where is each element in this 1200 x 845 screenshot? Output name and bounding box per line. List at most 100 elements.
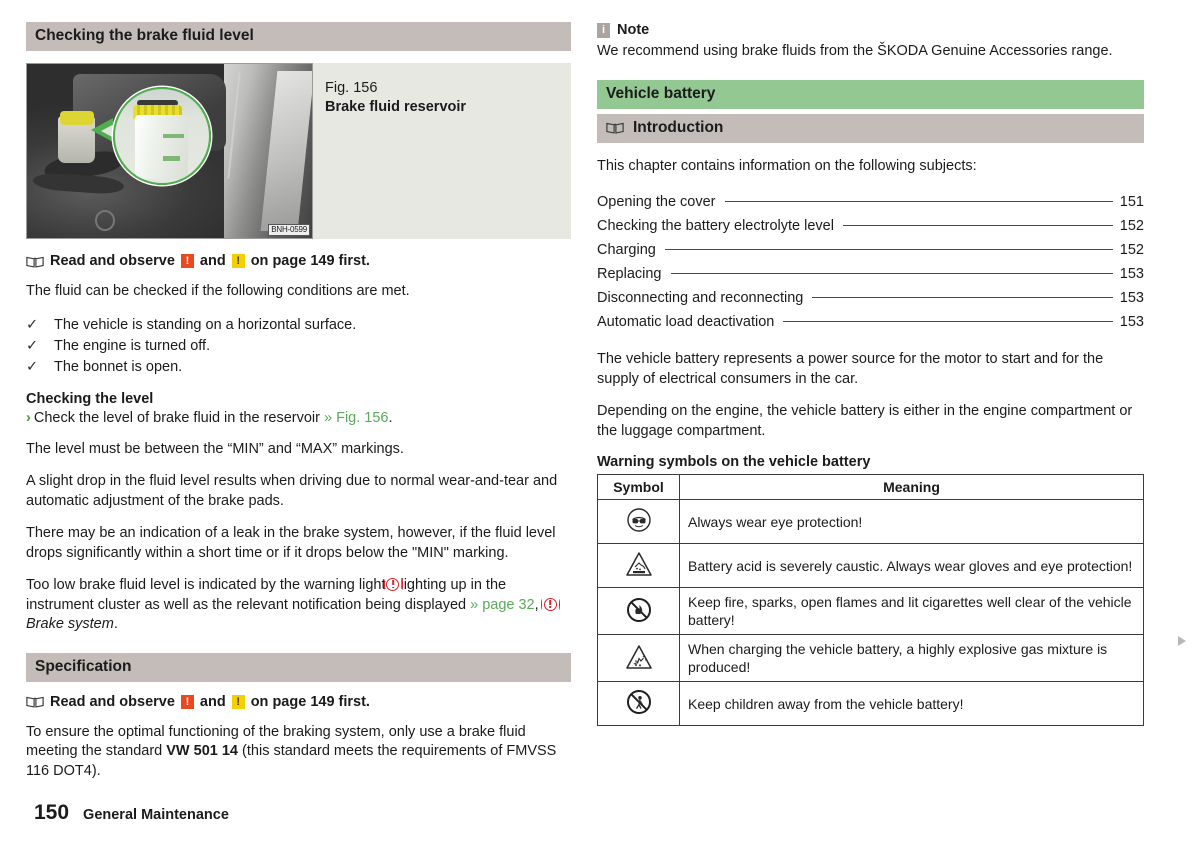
brake-system-warning-light-icon-ref [541, 597, 561, 611]
toc-label: Opening the cover [597, 194, 716, 210]
slight-drop-paragraph: A slight drop in the fluid level results… [26, 473, 558, 509]
caution-warning-icon: ! [231, 694, 245, 709]
warning-symbols-table: Symbol Meaning Always wear eye protectio… [597, 474, 1144, 726]
read-observe-text-and: and [199, 253, 226, 269]
read-and-observe-line-2: Read and observe ! and ! on page 149 fir… [26, 694, 571, 710]
no-children-icon [624, 688, 654, 716]
introduction-label: Introduction [633, 118, 724, 136]
symbol-cell [597, 634, 680, 682]
conditions-intro: The fluid can be checked if the followin… [26, 283, 410, 299]
reservoir-body [135, 114, 188, 179]
meaning-cell: Keep children away from the vehicle batt… [679, 681, 1144, 726]
condition-label: The bonnet is open. [54, 358, 183, 375]
condition-item: ✓ The engine is turned off. [26, 336, 571, 357]
toc-entry[interactable]: Charging 152 [597, 238, 1144, 262]
footer-chapter-title: General Maintenance [83, 807, 229, 823]
brake-system-reference-label: Brake system [26, 616, 114, 632]
min-marking [163, 156, 181, 161]
symbol-cell [597, 587, 680, 635]
magnified-reservoir-callout [112, 86, 211, 185]
left-column: Checking the brake fluid level BNH-0599 … [26, 22, 571, 794]
page-edge-marker-triangle-icon [1178, 636, 1186, 646]
page-cross-reference[interactable]: » page 32 [470, 597, 535, 613]
conditions-list: ✓ The vehicle is standing on a horizonta… [26, 315, 571, 378]
engine-bay-photo: BNH-0599 [26, 63, 313, 239]
min-max-paragraph: The level must be between the “MIN” and … [26, 440, 404, 457]
danger-warning-icon: ! [180, 694, 194, 709]
danger-warning-icon: ! [180, 254, 194, 268]
toc-entry[interactable]: Replacing 153 [597, 262, 1144, 286]
toc-label: Replacing [597, 266, 662, 282]
note-text: We recommend using brake fluids from the… [597, 43, 1113, 59]
warning-symbols-table-title: Warning symbols on the vehicle battery [597, 454, 871, 470]
read-observe-text-and: and [199, 693, 226, 710]
read-observe-text-before: Read and observe [50, 693, 175, 710]
toc-leader-line [783, 321, 1113, 322]
toc-entry[interactable]: Checking the battery electrolyte level 1… [597, 214, 1144, 238]
toc-label: Disconnecting and reconnecting [597, 290, 804, 306]
toc-page: 153 [1119, 290, 1144, 306]
table-row: Keep fire, sparks, open flames and lit c… [597, 587, 1144, 635]
toc-page: 152 [1119, 218, 1144, 234]
symbol-cell [597, 499, 680, 544]
figure-cross-reference[interactable]: » Fig. 156 [324, 410, 389, 426]
read-observe-text-after: on page 149 first. [250, 693, 370, 710]
figure-block: BNH-0599 Fig. 156 Brake fluid reservoir [26, 63, 571, 239]
note-heading: i Note [597, 22, 1144, 38]
toc-leader-line [842, 225, 1113, 226]
two-column-layout: Checking the brake fluid level BNH-0599 … [26, 22, 1174, 794]
photo-reservoir-cap-in-scene [59, 110, 94, 125]
symbol-cell [597, 543, 680, 588]
toc-page: 153 [1119, 314, 1144, 330]
column-header-symbol: Symbol [597, 474, 680, 500]
condition-label: The vehicle is standing on a horizontal … [54, 316, 357, 333]
caution-warning-icon: ! [231, 254, 245, 268]
brake-system-warning-light-icon [383, 578, 403, 591]
no-fire-icon [624, 596, 654, 624]
meaning-cell: When charging the vehicle battery, a hig… [679, 634, 1144, 682]
table-row: Battery acid is severely caustic. Always… [597, 543, 1144, 588]
specification-paragraph: To ensure the optimal functioning of the… [26, 723, 571, 782]
leak-paragraph: There may be an indication of a leak in … [26, 525, 556, 561]
eye-protection-icon [624, 506, 654, 534]
table-row: Keep children away from the vehicle batt… [597, 681, 1144, 726]
checking-level-step: › Check the level of brake fluid in the … [26, 408, 571, 428]
caustic-acid-warning-icon [624, 550, 654, 578]
chapter-table-of-contents: Opening the cover 151 Checking the batte… [597, 190, 1144, 334]
condition-item: ✓ The vehicle is standing on a horizonta… [26, 315, 571, 336]
toc-leader-line [812, 297, 1113, 298]
section-heading-specification: Specification [26, 652, 571, 682]
table-row: Always wear eye protection! [597, 499, 1144, 544]
open-book-icon [26, 255, 44, 268]
image-code-label: BNH-0599 [268, 224, 310, 236]
toc-leader-line [670, 273, 1113, 274]
figure-number: Fig. 156 [325, 80, 378, 96]
max-marking [163, 133, 185, 139]
meaning-cell: Keep fire, sparks, open flames and lit c… [679, 587, 1144, 635]
low-level-warning-paragraph: Too low brake fluid level is indicated b… [26, 576, 571, 635]
toc-page: 153 [1119, 266, 1144, 282]
toc-entry[interactable]: Opening the cover 151 [597, 190, 1144, 214]
open-book-icon [606, 121, 624, 134]
figure-caption: Fig. 156 Brake fluid reservoir [313, 63, 571, 239]
toc-page: 151 [1119, 194, 1144, 210]
step-arrow-icon: › [26, 409, 31, 426]
check-icon: ✓ [26, 316, 39, 333]
read-and-observe-line-1: Read and observe ! and ! on page 149 fir… [26, 253, 571, 269]
toc-entry[interactable]: Automatic load deactivation 153 [597, 310, 1144, 334]
column-header-meaning: Meaning [679, 474, 1144, 500]
chapter-heading-vehicle-battery: Vehicle battery [597, 79, 1144, 109]
toc-entry[interactable]: Disconnecting and reconnecting 153 [597, 286, 1144, 310]
checking-level-heading: Checking the level [26, 390, 154, 407]
read-observe-text-before: Read and observe [50, 253, 175, 269]
meaning-cell: Always wear eye protection! [679, 499, 1144, 544]
chapter-intro-line: This chapter contains information on the… [597, 157, 977, 174]
spec-standard-value: VW 501 14 [166, 743, 239, 759]
condition-label: The engine is turned off. [54, 337, 211, 354]
figure-title: Brake fluid reservoir [325, 99, 467, 115]
battery-power-source-paragraph: The vehicle battery represents a power s… [597, 351, 1104, 387]
meaning-cell: Battery acid is severely caustic. Always… [679, 543, 1144, 588]
toc-leader-line [724, 201, 1113, 202]
note-label: Note [617, 22, 650, 38]
toc-label: Automatic load deactivation [597, 314, 775, 330]
